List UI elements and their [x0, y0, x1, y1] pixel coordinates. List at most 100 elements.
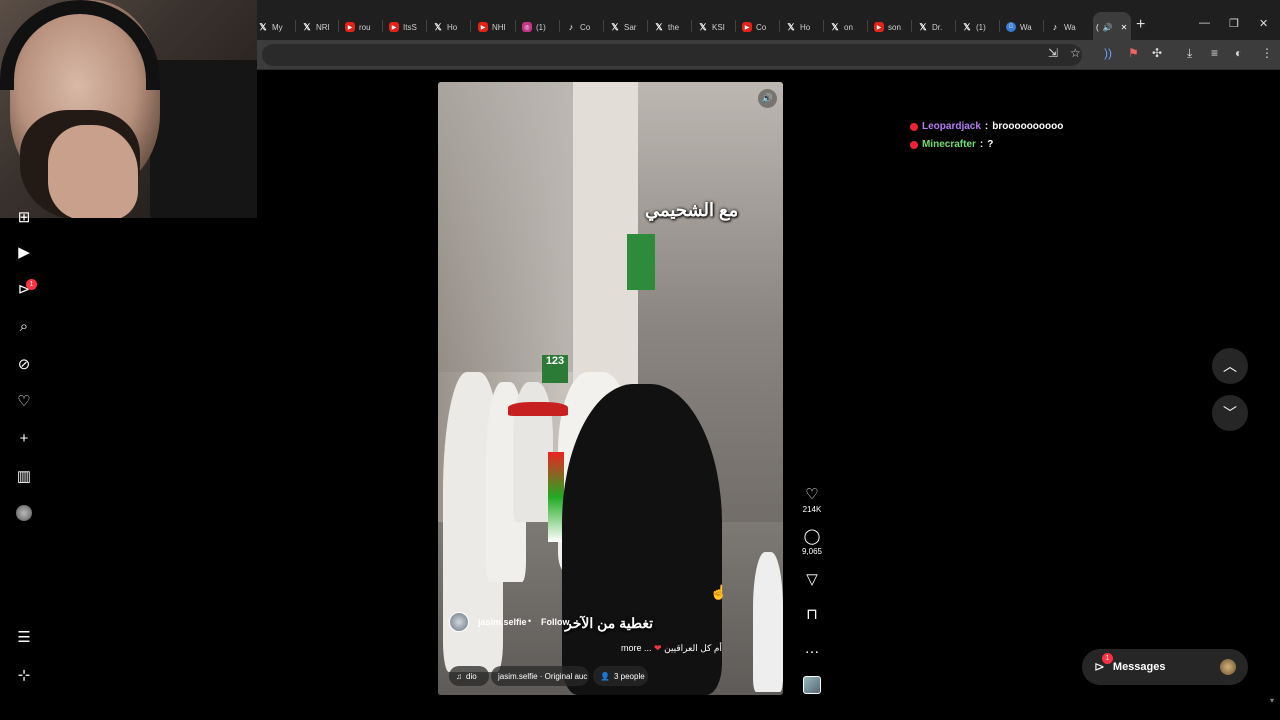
more-apps-icon[interactable]: ⊹: [15, 666, 33, 684]
close-tab-icon[interactable]: ✕: [1121, 23, 1128, 32]
browser-tab[interactable]: G Wa: [1006, 18, 1032, 36]
comment-count: 9,065: [801, 547, 823, 556]
messages-label: Messages: [1112, 661, 1166, 673]
follow-button[interactable]: Follow: [541, 617, 570, 627]
x-icon: 𝕏: [434, 21, 442, 32]
browser-tab[interactable]: ◎ (1): [522, 18, 546, 36]
instagram-icon: ◎: [522, 22, 532, 32]
youtube-icon: ▶: [742, 22, 752, 32]
address-bar[interactable]: [262, 44, 1082, 66]
browser-tab[interactable]: 𝕏 (1): [962, 18, 985, 36]
author-avatar[interactable]: [449, 612, 469, 632]
browser-tab[interactable]: ♪ Wa: [1050, 18, 1076, 36]
comment-action[interactable]: ◯ 9,065: [800, 529, 824, 557]
browser-tab[interactable]: ▶ son: [874, 18, 901, 36]
restore-icon[interactable]: ❐: [1229, 17, 1239, 30]
heart-icon[interactable]: ♡: [15, 392, 33, 410]
extension-icon[interactable]: )): [1104, 46, 1112, 60]
share-paper-plane-icon[interactable]: ▽: [800, 572, 824, 588]
search-icon[interactable]: ⌕: [15, 317, 33, 335]
tiktok-icon: ♪: [568, 22, 574, 32]
next-reel-button[interactable]: ﹀: [1212, 395, 1248, 431]
messages-button[interactable]: ⊳ 1 Messages: [1082, 649, 1248, 685]
audio-pill[interactable]: ♫ dio: [449, 666, 489, 686]
close-window-icon[interactable]: ✕: [1259, 17, 1268, 30]
mouse-cursor-icon: ☝: [710, 584, 728, 600]
browser-tab[interactable]: 𝕏 Ho: [433, 18, 457, 36]
browser-tab[interactable]: ▶ Co: [742, 18, 766, 36]
comment-bubble-icon[interactable]: ◯: [800, 529, 824, 545]
install-app-icon[interactable]: ⇲: [1048, 46, 1058, 60]
reel-video[interactable]: 123: [438, 82, 783, 695]
save-action[interactable]: ⊓: [800, 607, 824, 623]
create-plus-icon[interactable]: +: [15, 429, 33, 447]
download-icon[interactable]: ⤓: [1187, 46, 1192, 61]
like-action[interactable]: ♡ 214K: [800, 487, 824, 515]
browser-tab[interactable]: 𝕏 My: [258, 18, 282, 36]
chat-badge-icon: [910, 122, 918, 131]
profile-avatar[interactable]: [16, 505, 32, 521]
reels-icon[interactable]: ▶: [15, 243, 33, 261]
menu-kebab-icon[interactable]: ⋮: [1261, 46, 1273, 60]
browser-tab[interactable]: 𝕏the: [654, 18, 679, 36]
hamburger-menu-icon[interactable]: ☰: [15, 628, 33, 646]
chat-text: ?: [987, 139, 994, 150]
separator-dot: •: [528, 616, 532, 626]
browser-tab[interactable]: 𝕏 KSI: [698, 18, 725, 36]
heart-emoji-icon: ❤: [654, 643, 662, 653]
chat-username: Minecrafter: [922, 139, 976, 150]
chat-username: Leopardjack: [922, 121, 981, 132]
gate-sign: 123: [542, 355, 568, 383]
browser-tab[interactable]: 𝕏 Dr.: [918, 18, 942, 36]
caption[interactable]: more ... ❤ أم كل العراقيين: [621, 643, 722, 654]
browser-tab[interactable]: 𝕏on: [830, 18, 853, 36]
x-icon: 𝕏: [787, 21, 795, 32]
extensions-puzzle-icon[interactable]: ✣: [1152, 46, 1162, 60]
scroll-down-arrow-icon[interactable]: ▾: [1270, 696, 1274, 705]
audio-thumbnail[interactable]: [803, 676, 821, 694]
youtube-icon: ▶: [874, 22, 884, 32]
extension-icon[interactable]: ⚑: [1128, 46, 1139, 60]
webcam-overlay: [0, 0, 257, 218]
browser-tab[interactable]: ♪ Co: [566, 18, 590, 36]
active-tab-label[interactable]: (🔊 ✕: [1096, 18, 1127, 36]
bookmark-icon[interactable]: ⊓: [800, 607, 824, 623]
person-icon: 👤: [600, 671, 610, 681]
previous-reel-button[interactable]: ︿: [1212, 348, 1248, 384]
minimize-icon[interactable]: —: [1199, 17, 1210, 29]
dashboard-icon[interactable]: ▥: [15, 467, 33, 485]
media-control-icon[interactable]: ≡: [1211, 46, 1218, 60]
messenger-icon: ⊳ 1: [1094, 653, 1113, 675]
bookmark-star-icon[interactable]: ☆: [1070, 46, 1081, 60]
x-icon: 𝕏: [259, 21, 267, 32]
new-tab-button[interactable]: +: [1136, 16, 1145, 34]
youtube-icon: ▶: [345, 22, 355, 32]
heart-icon[interactable]: ♡: [800, 487, 824, 503]
browser-tab[interactable]: 𝕏 NRI: [302, 18, 329, 36]
original-audio-pill[interactable]: jasim.selfie · Original auc: [491, 666, 589, 686]
speaker-icon: 🔊: [1102, 22, 1113, 32]
browser-tab[interactable]: ▶ rou: [345, 18, 371, 36]
browser-tab[interactable]: 𝕏 Sar: [610, 18, 636, 36]
x-icon: 𝕏: [963, 21, 971, 32]
video-overlay-text-top: مع الشحيمي: [645, 200, 739, 220]
more-dots-icon[interactable]: …: [800, 641, 824, 657]
browser-tab[interactable]: 𝕏 Ho: [786, 18, 810, 36]
explore-compass-icon[interactable]: ⊘: [15, 355, 33, 373]
share-action[interactable]: ▽: [800, 572, 824, 588]
caption-text: أم كل العراقيين: [664, 643, 722, 653]
web-icon: G: [1006, 22, 1016, 32]
browser-tab[interactable]: ▶ NHI: [478, 18, 506, 36]
more-options[interactable]: …: [800, 641, 824, 657]
chevron-up-icon: ︿: [1223, 358, 1237, 374]
caption-more[interactable]: more ...: [621, 643, 652, 653]
threads-icon[interactable]: ⊞: [15, 211, 33, 223]
x-icon: 𝕏: [831, 21, 839, 32]
author-username[interactable]: jasim.selfie: [478, 617, 527, 627]
browser-tab[interactable]: ▶ ItsS: [389, 18, 417, 36]
messages-avatar: [1220, 659, 1236, 675]
profile-icon[interactable]: ◐: [1235, 46, 1242, 60]
youtube-icon: ▶: [389, 22, 399, 32]
mute-toggle-icon[interactable]: 🔊: [758, 89, 777, 108]
tagged-people-pill[interactable]: 👤 3 people: [593, 666, 648, 686]
